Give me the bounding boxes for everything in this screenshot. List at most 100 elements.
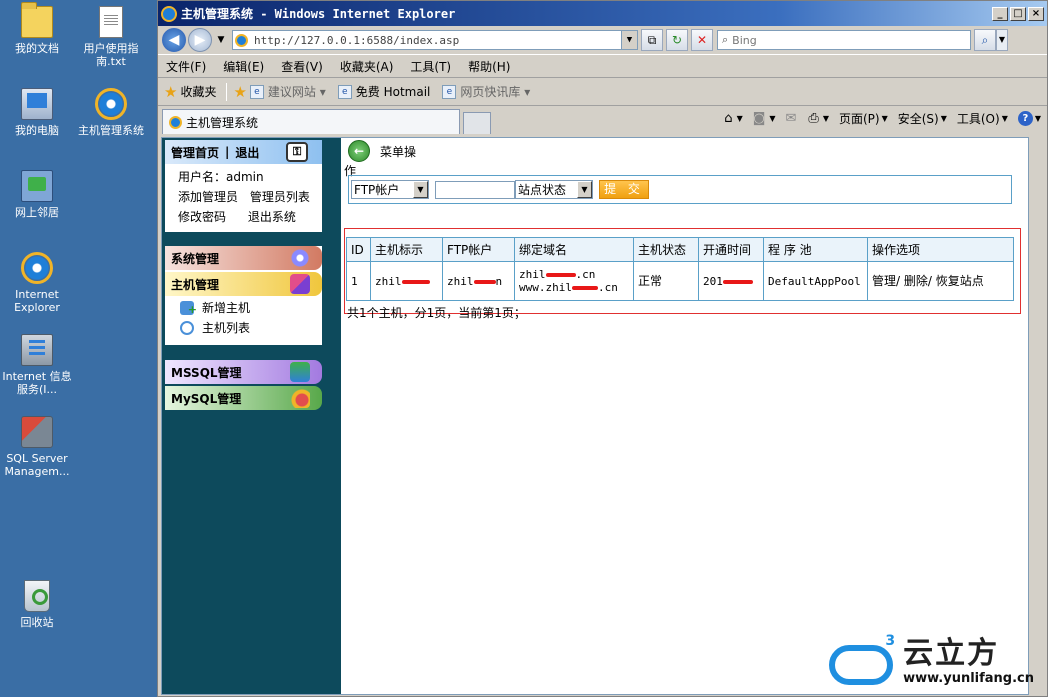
favorites-bar: ★ 收藏夹 ★ e 建议网站 ▾ e 免费 Hotmail e 网页快讯库 ▾ bbox=[158, 78, 1047, 106]
search-keyword-input[interactable] bbox=[435, 180, 515, 199]
chevron-down-icon: ▼ bbox=[577, 181, 592, 198]
menu-edit[interactable]: 编辑(E) bbox=[223, 58, 264, 75]
col-app-pool: 程 序 池 bbox=[763, 237, 868, 262]
admin-links: 添加管理员 管理员列表 bbox=[165, 187, 322, 207]
delete-link[interactable]: 删除 bbox=[904, 274, 928, 288]
menu-help[interactable]: 帮助(H) bbox=[468, 58, 510, 75]
logo-superscript: 3 bbox=[885, 633, 896, 649]
address-dropdown-icon[interactable]: ▼ bbox=[621, 31, 637, 49]
mail-button[interactable]: ✉ bbox=[786, 111, 799, 126]
desktop-icon-iis[interactable]: Internet 信息服务(I... bbox=[0, 334, 74, 396]
submit-button[interactable]: 提 交 bbox=[599, 180, 649, 199]
watermark: 3 云立方 www.yunlifang.cn bbox=[825, 633, 1034, 689]
desktop-icon-sql-server[interactable]: SQL Server Managem... bbox=[0, 416, 74, 478]
exit-system-link[interactable]: 退出系统 bbox=[248, 210, 296, 224]
chevron-down-icon: ▼ bbox=[413, 181, 428, 198]
mysql-management-group[interactable]: MySQL管理 bbox=[165, 386, 322, 410]
history-dropdown-icon[interactable]: ▼ bbox=[214, 30, 228, 50]
gear-icon bbox=[290, 248, 310, 268]
redaction-mark bbox=[473, 279, 496, 284]
minimize-button[interactable]: _ bbox=[992, 6, 1008, 21]
tools-menu[interactable]: 工具(O) ▼ bbox=[957, 110, 1008, 127]
desktop-icon-host-system[interactable]: 主机管理系统 bbox=[74, 88, 148, 137]
page-menu[interactable]: 页面(P) ▼ bbox=[839, 110, 888, 127]
ie-icon bbox=[21, 252, 53, 284]
address-toolbar: ◀ ▶ ▼ http://127.0.0.1:6588/index.asp ▼ … bbox=[158, 26, 1047, 54]
fav-hotmail[interactable]: e 免费 Hotmail bbox=[337, 83, 430, 100]
desktop-icon-user-guide[interactable]: 用户使用指南.txt bbox=[74, 6, 148, 68]
stop-button[interactable]: ✕ bbox=[691, 29, 713, 51]
print-button[interactable]: ⎙ ▼ bbox=[808, 111, 829, 126]
redaction-mark bbox=[571, 286, 598, 290]
site-status-select[interactable]: 站点状态 ▼ bbox=[515, 180, 593, 199]
add-favorite-icon[interactable]: ★ bbox=[233, 83, 246, 101]
cell-ftp: zhil n bbox=[442, 261, 515, 301]
page-content: 管理首页 | 退出 ⚿ 用户名：admin 添加管理员 管理员列表 修改密码 退… bbox=[161, 137, 1029, 695]
title-bar[interactable]: 主机管理系统 - Windows Internet Explorer _ □ × bbox=[158, 1, 1047, 26]
change-password-link[interactable]: 修改密码 bbox=[178, 210, 226, 224]
help-menu[interactable]: ? ▼ bbox=[1017, 111, 1041, 126]
management-panel: 系统管理 主机管理 新增主机 主机列表 bbox=[165, 246, 322, 345]
back-button[interactable]: ◀ bbox=[162, 28, 186, 52]
desktop-icon-recycle-bin[interactable]: 回收站 bbox=[0, 580, 74, 629]
forward-button[interactable]: ▶ bbox=[188, 28, 212, 52]
manage-link[interactable]: 管理 bbox=[872, 274, 896, 288]
col-domain: 绑定域名 bbox=[514, 237, 634, 262]
safety-menu[interactable]: 安全(S) ▼ bbox=[898, 110, 947, 127]
host-management-group[interactable]: 主机管理 bbox=[165, 272, 322, 296]
feeds-button[interactable]: ◙ ▼ bbox=[753, 111, 776, 126]
maximize-button[interactable]: □ bbox=[1010, 6, 1026, 21]
home-button[interactable]: ⌂ ▼ bbox=[724, 111, 742, 126]
page-icon: e bbox=[337, 84, 352, 99]
menu-tools[interactable]: 工具(T) bbox=[410, 58, 451, 75]
restore-site-link[interactable]: 恢复站点 bbox=[936, 274, 984, 288]
admin-list-link[interactable]: 管理员列表 bbox=[250, 190, 310, 204]
add-admin-link[interactable]: 添加管理员 bbox=[178, 190, 238, 204]
logout-link[interactable]: 退出 bbox=[235, 144, 259, 161]
left-sidebar: 管理首页 | 退出 ⚿ 用户名：admin 添加管理员 管理员列表 修改密码 退… bbox=[162, 138, 341, 694]
new-tab-button[interactable] bbox=[463, 112, 491, 134]
back-arrow-icon[interactable]: ← bbox=[348, 140, 370, 162]
help-icon: ? bbox=[1017, 111, 1033, 126]
desktop-icon-my-documents[interactable]: 我的文档 bbox=[0, 2, 74, 55]
close-button[interactable]: × bbox=[1028, 6, 1044, 21]
ftp-account-select[interactable]: FTP帐户 ▼ bbox=[351, 180, 429, 199]
menu-favorites[interactable]: 收藏夹(A) bbox=[340, 58, 394, 75]
favorites-star-icon[interactable]: ★ bbox=[164, 83, 177, 101]
search-options-dropdown-icon[interactable]: ▼ bbox=[996, 29, 1008, 51]
menu-view[interactable]: 查看(V) bbox=[281, 58, 323, 75]
desktop-icon-my-computer[interactable]: 我的电脑 bbox=[0, 88, 74, 137]
refresh-button[interactable]: ↻ bbox=[666, 29, 688, 51]
system-management-group[interactable]: 系统管理 bbox=[165, 246, 322, 270]
ie-shortcut-icon bbox=[95, 88, 127, 120]
sidebar-item-add-host[interactable]: 新增主机 bbox=[165, 298, 322, 320]
redaction-mark bbox=[545, 273, 576, 277]
add-host-icon bbox=[180, 300, 197, 320]
search-input[interactable]: ⌕ Bing bbox=[717, 30, 971, 50]
page-icon bbox=[235, 33, 248, 47]
desktop-icon-ie[interactable]: Internet Explorer bbox=[0, 252, 74, 314]
bing-icon: ⌕ bbox=[722, 33, 729, 46]
address-bar[interactable]: http://127.0.0.1:6588/index.asp ▼ bbox=[232, 30, 638, 50]
search-button[interactable]: ⌕ bbox=[974, 29, 996, 51]
menu-file[interactable]: 文件(F) bbox=[166, 58, 206, 75]
compatibility-view-button[interactable]: ⧉ bbox=[641, 29, 663, 51]
fav-suggested-sites[interactable]: e 建议网站 ▾ bbox=[249, 83, 326, 100]
mail-icon: ✉ bbox=[785, 111, 797, 126]
search-placeholder: Bing bbox=[732, 33, 757, 47]
mssql-management-group[interactable]: MSSQL管理 bbox=[165, 360, 322, 384]
watermark-url: www.yunlifang.cn bbox=[903, 670, 1034, 686]
toolbar-separator bbox=[226, 82, 228, 101]
page-icon bbox=[169, 115, 182, 129]
favorites-button[interactable]: 收藏夹 bbox=[180, 83, 216, 100]
cube-icon bbox=[290, 274, 310, 294]
col-ftp: FTP帐户 bbox=[442, 237, 515, 262]
fav-web-slice-gallery[interactable]: e 网页快讯库 ▾ bbox=[442, 83, 530, 100]
menu-bar: 文件(F) 编辑(E) 查看(V) 收藏夹(A) 工具(T) 帮助(H) bbox=[158, 54, 1047, 78]
desktop: 我的文档 用户使用指南.txt 我的电脑 主机管理系统 网上邻居 Interne… bbox=[0, 0, 157, 697]
redaction-mark bbox=[722, 279, 753, 284]
tab-host-system[interactable]: 主机管理系统 bbox=[162, 109, 460, 134]
home-link[interactable]: 管理首页 bbox=[171, 144, 219, 161]
sidebar-item-host-list[interactable]: 主机列表 bbox=[165, 318, 322, 338]
desktop-icon-network[interactable]: 网上邻居 bbox=[0, 170, 74, 219]
